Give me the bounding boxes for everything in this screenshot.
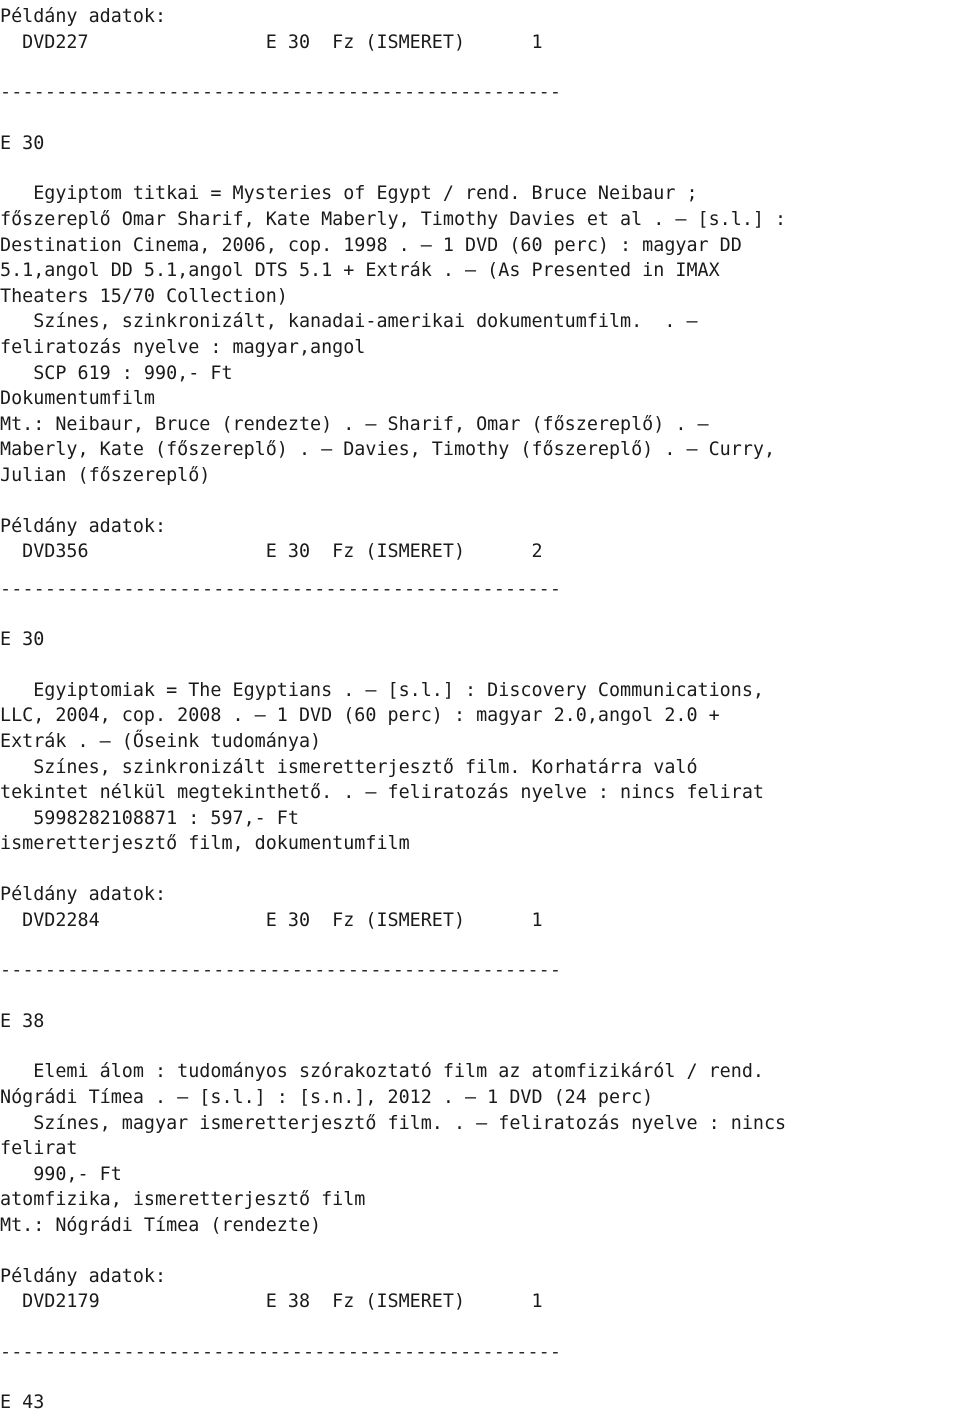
document-page: Példány adatok: DVD227 E 30 Fz (ISMERET)… xyxy=(0,0,960,1422)
record-body: Elemi álom : tudományos szórakoztató fil… xyxy=(0,1061,787,1236)
copy-data-label: Példány adatok: xyxy=(0,515,167,537)
record-shelfmark: E 30 xyxy=(0,132,45,154)
separator-rule: ----------------------------------------… xyxy=(0,578,562,600)
copy-data-row: DVD227 E 30 Fz (ISMERET) 1 xyxy=(0,31,543,53)
copy-data-label: Példány adatok: xyxy=(0,884,167,906)
catalog-printout: Példány adatok: DVD227 E 30 Fz (ISMERET)… xyxy=(0,4,960,1416)
copy-data-block: Példány adatok: DVD2284 E 30 Fz (ISMERET… xyxy=(0,882,960,933)
copy-data-row: DVD2179 E 38 Fz (ISMERET) 1 xyxy=(0,1291,543,1313)
record-body: Egyiptom titkai = Mysteries of Egypt / r… xyxy=(0,183,787,486)
separator-rule: ----------------------------------------… xyxy=(0,1341,562,1363)
record-spacer xyxy=(0,1034,960,1059)
copy-data-label: Példány adatok: xyxy=(0,6,167,27)
catalog-record: E 30 Egyiptomiak = The Egyptians . — [s.… xyxy=(0,627,960,857)
copy-data-block: Példány adatok: DVD356 E 30 Fz (ISMERET)… xyxy=(0,514,960,565)
record-shelfmark: E 30 xyxy=(0,629,45,651)
separator-rule: ----------------------------------------… xyxy=(0,960,562,982)
copy-data-label: Példány adatok: xyxy=(0,1265,167,1287)
record-spacer xyxy=(0,653,960,678)
separator-rule: ----------------------------------------… xyxy=(0,82,562,104)
copy-data-row: DVD2284 E 30 Fz (ISMERET) 1 xyxy=(0,909,543,931)
catalog-record: E 43 xyxy=(0,1390,960,1416)
copy-data-block: Példány adatok: DVD227 E 30 Fz (ISMERET)… xyxy=(0,4,960,55)
catalog-record: E 38 Elemi álom : tudományos szórakoztat… xyxy=(0,1009,960,1239)
record-body: Egyiptomiak = The Egyptians . — [s.l.] :… xyxy=(0,679,764,855)
record-shelfmark: E 43 xyxy=(0,1392,45,1414)
record-shelfmark: E 38 xyxy=(0,1010,45,1032)
catalog-record: E 30 Egyiptom titkai = Mysteries of Egyp… xyxy=(0,131,960,489)
copy-data-block: Példány adatok: DVD2179 E 38 Fz (ISMERET… xyxy=(0,1264,960,1315)
copy-data-row: DVD356 E 30 Fz (ISMERET) 2 xyxy=(0,541,543,563)
record-spacer xyxy=(0,156,960,181)
